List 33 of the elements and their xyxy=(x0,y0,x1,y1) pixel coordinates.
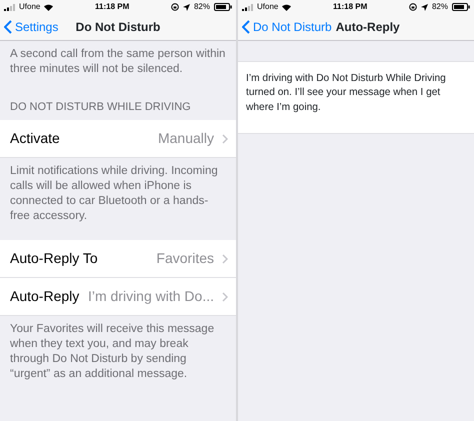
battery-percentage: 82% xyxy=(194,1,210,13)
battery-percentage: 82% xyxy=(432,1,448,13)
back-button[interactable]: Settings xyxy=(4,18,58,36)
battery-icon xyxy=(214,3,232,11)
back-chevron-icon xyxy=(242,20,250,34)
location-icon xyxy=(420,4,428,10)
rotation-lock-icon xyxy=(408,3,417,11)
footer-text: Your Favorites will receive this message when they text you, and may break through Do Not Disturb by sending “urgent” as an additional message. xyxy=(9,322,216,382)
screen-title: Auto-Reply xyxy=(336,19,400,36)
status-time: 11:18 PM xyxy=(95,1,130,13)
chevron-icon xyxy=(222,292,228,302)
carrier-name: Ufone xyxy=(257,1,278,13)
wifi-icon xyxy=(282,4,292,10)
message-text[interactable]: I’m driving with Do Not Disturb While Driving turned on. I’ll see your message when I get where I’m going. xyxy=(238,61,474,134)
chevron-icon xyxy=(222,134,228,144)
settings-row[interactable]: Auto-Reply To Favorites xyxy=(0,240,236,278)
signal-icon xyxy=(242,4,253,10)
wifi-icon xyxy=(44,4,54,10)
section-header: DO NOT DISTURB WHILE DRIVING xyxy=(9,100,192,115)
status-time: 11:18 PM xyxy=(333,1,368,13)
rotation-lock-icon xyxy=(170,3,179,11)
chevron-icon xyxy=(222,254,228,264)
battery-icon xyxy=(452,3,470,11)
back-button[interactable]: Do Not Disturb xyxy=(242,18,332,36)
settings-row[interactable]: Auto-Reply I’m driving with Do... xyxy=(0,278,236,316)
screen-title: Do Not Disturb xyxy=(76,20,160,34)
location-icon xyxy=(182,4,190,10)
footer-text: A second call from the same person within three minutes will not be silenced. xyxy=(9,47,226,77)
back-chevron-icon xyxy=(4,20,12,34)
signal-icon xyxy=(4,4,15,10)
footer-text: Limit notifications while driving. Incoming calls will be allowed when iPhone is connected to car Bluetooth or a hands-free accessory. xyxy=(9,164,219,224)
settings-row[interactable]: Activate Manually xyxy=(0,120,236,158)
carrier-name: Ufone xyxy=(19,1,40,13)
